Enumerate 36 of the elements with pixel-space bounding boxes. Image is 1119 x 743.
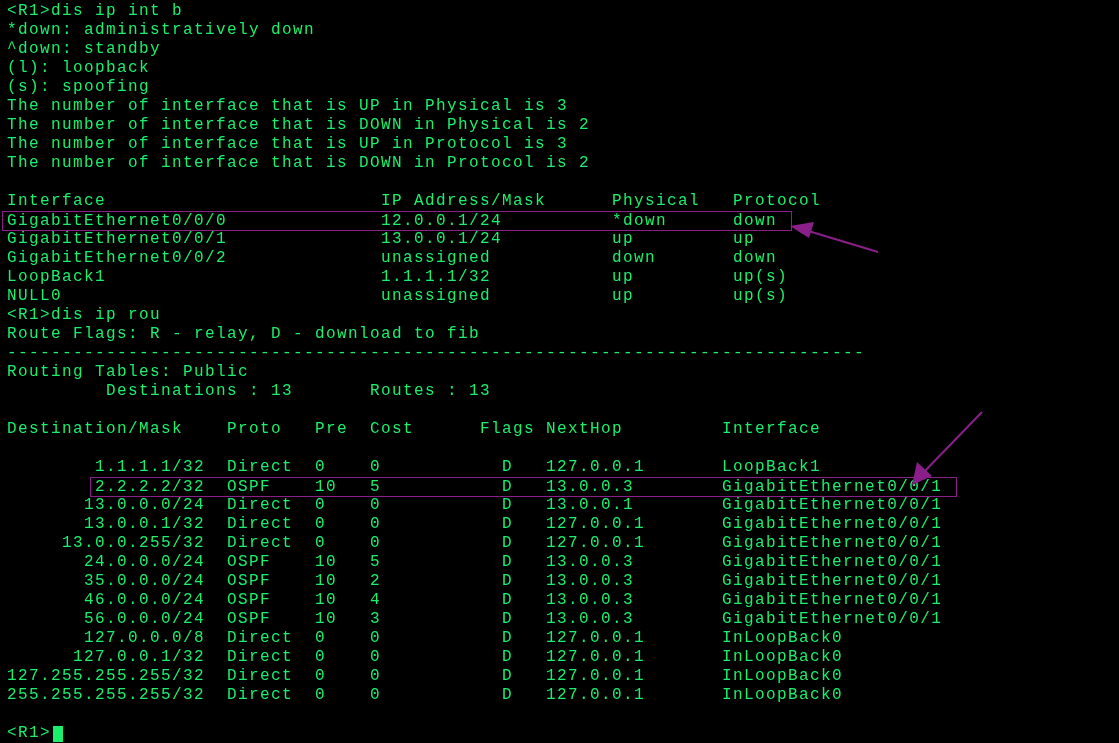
terminal-line: (s): spoofing xyxy=(7,78,151,97)
terminal-line: Destination/Mask Proto Pre Cost Flags NextHop Interface xyxy=(7,420,822,439)
terminal-line: 13.0.0.255/32 Direct 0 0 D 127.0.0.1 GigabitEthernet0/0/1 xyxy=(62,534,943,553)
terminal-line: The number of interface that is DOWN in Protocol is 2 xyxy=(7,154,591,173)
terminal-line: GigabitEthernet0/0/2 unassigned down down xyxy=(7,249,778,268)
terminal-line: 127.0.0.1/32 Direct 0 0 D 127.0.0.1 InLoopBack0 xyxy=(73,648,844,667)
terminal-line: Interface IP Address/Mask Physical Protocol xyxy=(7,192,822,211)
terminal-line: (l): loopback xyxy=(7,59,151,78)
terminal-line: <R1>dis ip rou xyxy=(7,306,162,325)
terminal-line: Route Flags: R - relay, D - download to fib xyxy=(7,325,481,344)
terminal-line: 127.0.0.0/8 Direct 0 0 D 127.0.0.1 InLoopBack0 xyxy=(84,629,844,648)
terminal-line: 24.0.0.0/24 OSPF 10 5 D 13.0.0.3 GigabitEthernet0/0/1 xyxy=(84,553,943,572)
terminal-line: The number of interface that is DOWN in Physical is 2 xyxy=(7,116,591,135)
terminal-line: Destinations : 13 Routes : 13 xyxy=(106,382,492,401)
terminal-line: LoopBack1 1.1.1.1/32 up up(s) xyxy=(7,268,789,287)
terminal-line: ^down: standby xyxy=(7,40,162,59)
terminal-line: 56.0.0.0/24 OSPF 10 3 D 13.0.0.3 GigabitEthernet0/0/1 xyxy=(84,610,943,629)
terminal-line: 255.255.255.255/32 Direct 0 0 D 127.0.0.1 InLoopBack0 xyxy=(7,686,844,705)
terminal-line: 13.0.0.0/24 Direct 0 0 D 13.0.0.1 GigabitEthernet0/0/1 xyxy=(84,496,943,515)
terminal-line: 35.0.0.0/24 OSPF 10 2 D 13.0.0.3 GigabitEthernet0/0/1 xyxy=(84,572,943,591)
terminal-line: The number of interface that is UP in Protocol is 3 xyxy=(7,135,569,154)
terminal-line: The number of interface that is UP in Physical is 3 xyxy=(7,97,569,116)
terminal-line: <R1>dis ip int b xyxy=(7,2,184,21)
command-prompt: <R1> xyxy=(7,724,51,743)
terminal-line: 1.1.1.1/32 Direct 0 0 D 127.0.0.1 LoopBack1 xyxy=(95,458,822,477)
terminal-line: ------------------------------------------------------------------------------ xyxy=(7,344,866,363)
highlighted-terminal-line: 2.2.2.2/32 OSPF 10 5 D 13.0.0.3 GigabitEthernet0/0/1 xyxy=(91,477,957,496)
terminal-line: NULL0 unassigned up up(s) xyxy=(7,287,789,306)
terminal-line: Routing Tables: Public xyxy=(7,363,250,382)
terminal-line: 13.0.0.1/32 Direct 0 0 D 127.0.0.1 GigabitEthernet0/0/1 xyxy=(84,515,943,534)
text-cursor xyxy=(53,725,63,742)
terminal-line: *down: administratively down xyxy=(7,21,316,40)
terminal-line: 127.255.255.255/32 Direct 0 0 D 127.0.0.1 InLoopBack0 xyxy=(7,667,844,686)
terminal-line: 46.0.0.0/24 OSPF 10 4 D 13.0.0.3 GigabitEthernet0/0/1 xyxy=(84,591,943,610)
terminal-line: GigabitEthernet0/0/1 13.0.0.1/24 up up xyxy=(7,230,756,249)
highlighted-terminal-line: GigabitEthernet0/0/0 12.0.0.1/24 *down down xyxy=(3,211,792,230)
